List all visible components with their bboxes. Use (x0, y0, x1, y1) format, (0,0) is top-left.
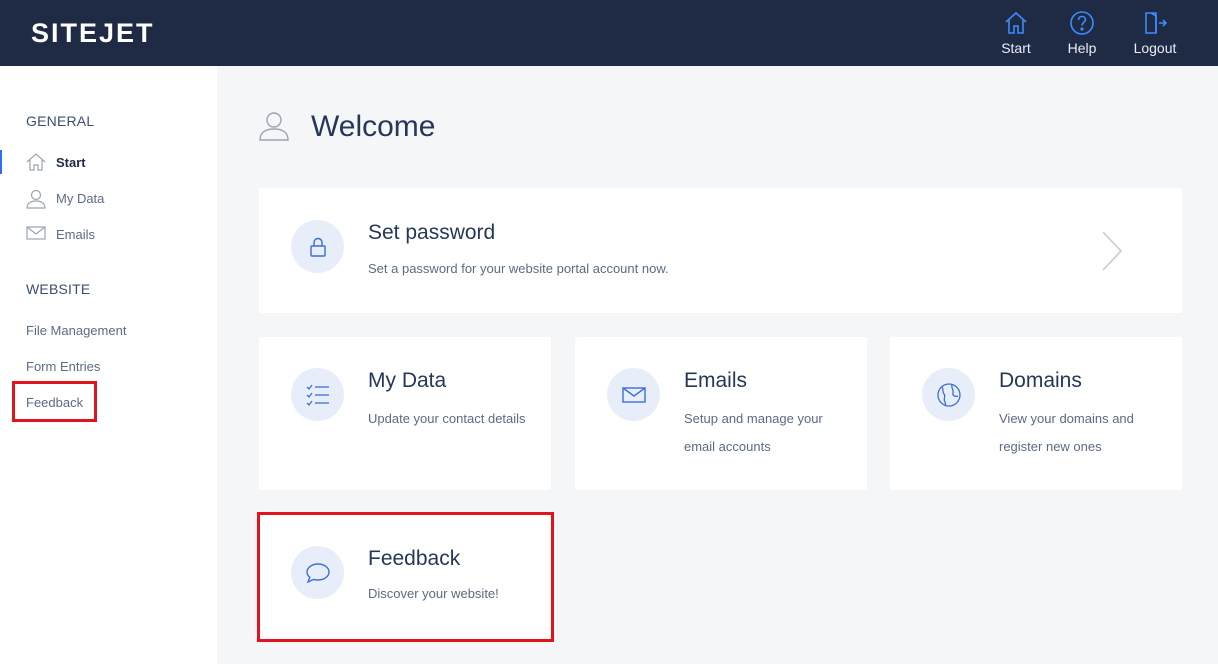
sidebar-item-label: Emails (56, 227, 96, 242)
mail-icon (26, 226, 46, 240)
emails-card[interactable]: Emails Setup and manage your email accou… (575, 337, 867, 490)
sitejet-logo[interactable]: SITEJET (31, 18, 155, 49)
top-bar: SITEJET Start Help Logout (0, 0, 1218, 66)
sidebar-item-emails[interactable]: Emails (0, 219, 217, 249)
sidebar: GENERAL Start My Data Emails WEBSITE Fil… (0, 66, 217, 664)
lock-icon (309, 237, 326, 257)
sidebar-item-form-entries[interactable]: Form Entries (26, 359, 100, 374)
checklist-icon-circle (291, 368, 344, 421)
sidebar-item-file-management[interactable]: File Management (26, 323, 126, 338)
mail-icon (621, 386, 646, 403)
home-icon (26, 153, 46, 171)
active-indicator (0, 150, 2, 174)
user-icon (26, 189, 46, 209)
page-title: Welcome (311, 110, 436, 143)
card-title: Emails (684, 369, 748, 392)
my-data-card[interactable]: My Data Update your contact details (259, 337, 551, 490)
sidebar-item-my-data[interactable]: My Data (0, 183, 217, 213)
card-description: View your domains and register new ones (999, 411, 1134, 454)
sidebar-item-label: My Data (56, 191, 105, 206)
chevron-right-icon (1102, 231, 1123, 271)
card-description: Set a password for your website portal a… (368, 261, 669, 276)
user-icon (259, 112, 289, 141)
nav-logout-label: Logout (1133, 40, 1177, 56)
domains-card[interactable]: Domains View your domains and register n… (890, 337, 1182, 490)
nav-logout-button[interactable]: Logout (1126, 0, 1184, 66)
nav-start-button[interactable]: Start (994, 0, 1038, 66)
highlight-box-sidebar-feedback (12, 381, 97, 422)
lock-icon-circle (291, 220, 344, 273)
sidebar-item-start[interactable]: Start (0, 147, 217, 177)
card-title: Set password (368, 221, 496, 244)
nav-help-button[interactable]: Help (1060, 0, 1104, 66)
card-description: Update your contact details (368, 411, 526, 426)
help-icon (1070, 11, 1094, 35)
sidebar-heading-website: WEBSITE (26, 281, 91, 297)
home-icon (1005, 11, 1027, 34)
logout-icon (1145, 12, 1168, 34)
card-description: Setup and manage your email accounts (684, 411, 823, 454)
nav-start-label: Start (1001, 40, 1031, 56)
nav-help-label: Help (1067, 40, 1097, 56)
checklist-icon (306, 384, 329, 406)
set-password-card[interactable]: Set password Set a password for your web… (259, 188, 1182, 313)
highlight-box-feedback-card (257, 512, 554, 642)
sidebar-heading-general: GENERAL (26, 113, 95, 129)
card-title: My Data (368, 369, 447, 392)
sidebar-item-label: Start (56, 155, 86, 170)
card-title: Domains (999, 369, 1082, 392)
globe-icon (936, 382, 961, 407)
mail-icon-circle (607, 368, 660, 421)
globe-icon-circle (922, 368, 975, 421)
